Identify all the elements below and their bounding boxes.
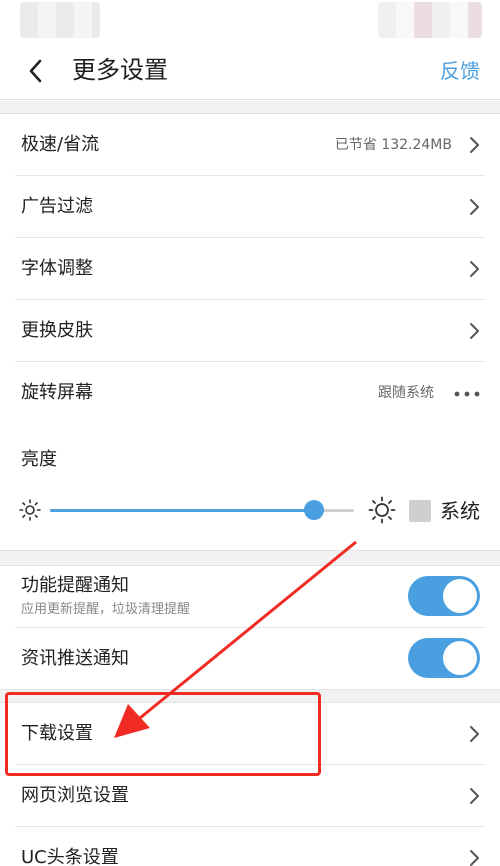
feature-notify-toggle[interactable] [408, 576, 480, 616]
chevron-right-icon [470, 261, 479, 277]
setting-row-news-push: 资讯推送通知 [0, 628, 500, 690]
follow-system-label: 系统 [440, 499, 480, 523]
setting-row-rotate-screen[interactable]: 旋转屏幕 跟随系统 [0, 362, 500, 424]
chevron-right-icon [470, 137, 479, 153]
setting-row-ad-filter[interactable]: 广告过滤 [0, 176, 500, 238]
toggle-knob [443, 641, 477, 675]
brightness-high-icon [368, 496, 396, 524]
slider-fill [50, 509, 315, 512]
news-push-toggle[interactable] [408, 638, 480, 678]
brightness-label: 亮度 [21, 449, 57, 470]
setting-value: 已节省 132.24MB [334, 137, 452, 153]
setting-label: 广告过滤 [21, 196, 93, 217]
chevron-right-icon [470, 726, 479, 742]
follow-system-checkbox[interactable] [409, 500, 431, 522]
chevron-right-icon [470, 323, 479, 339]
chevron-right-icon [470, 850, 479, 866]
setting-label: UC头条设置 [21, 847, 119, 866]
setting-row-uc-headlines[interactable]: UC头条设置 [0, 827, 500, 866]
status-bar [0, 0, 500, 44]
brightness-slider[interactable] [50, 499, 354, 521]
setting-label: 资讯推送通知 [21, 648, 129, 669]
setting-row-font-size[interactable]: 字体调整 [0, 238, 500, 300]
setting-label: 极速/省流 [21, 134, 100, 155]
setting-label: 功能提醒通知 [21, 575, 129, 596]
toggle-knob [443, 579, 477, 613]
section-gap [0, 101, 500, 113]
setting-value: 跟随系统 [378, 385, 434, 401]
annotation-highlight-box [5, 692, 321, 776]
setting-row-speed-mode[interactable]: 极速/省流 已节省 132.24MB [0, 114, 500, 176]
blurred-status-right [378, 2, 482, 38]
setting-row-skin[interactable]: 更换皮肤 [0, 300, 500, 362]
chevron-right-icon [470, 788, 479, 804]
brightness-low-icon [19, 499, 41, 521]
feedback-button[interactable]: 反馈 [440, 56, 480, 86]
setting-label: 字体调整 [21, 258, 93, 279]
back-arrow-icon[interactable] [22, 56, 52, 86]
setting-label: 更换皮肤 [21, 320, 93, 341]
more-dots-icon[interactable] [454, 391, 480, 397]
blurred-status-left [20, 2, 100, 38]
section-gap [0, 551, 500, 565]
page-title: 更多设置 [72, 56, 168, 84]
slider-thumb[interactable] [304, 500, 325, 520]
chevron-right-icon [470, 199, 479, 215]
top-bar: 更多设置 反馈 [0, 44, 500, 100]
setting-row-feature-notify: 功能提醒通知 应用更新提醒，垃圾清理提醒 [0, 566, 500, 628]
setting-label: 旋转屏幕 [21, 382, 93, 403]
setting-sublabel: 应用更新提醒，垃圾清理提醒 [21, 602, 191, 617]
